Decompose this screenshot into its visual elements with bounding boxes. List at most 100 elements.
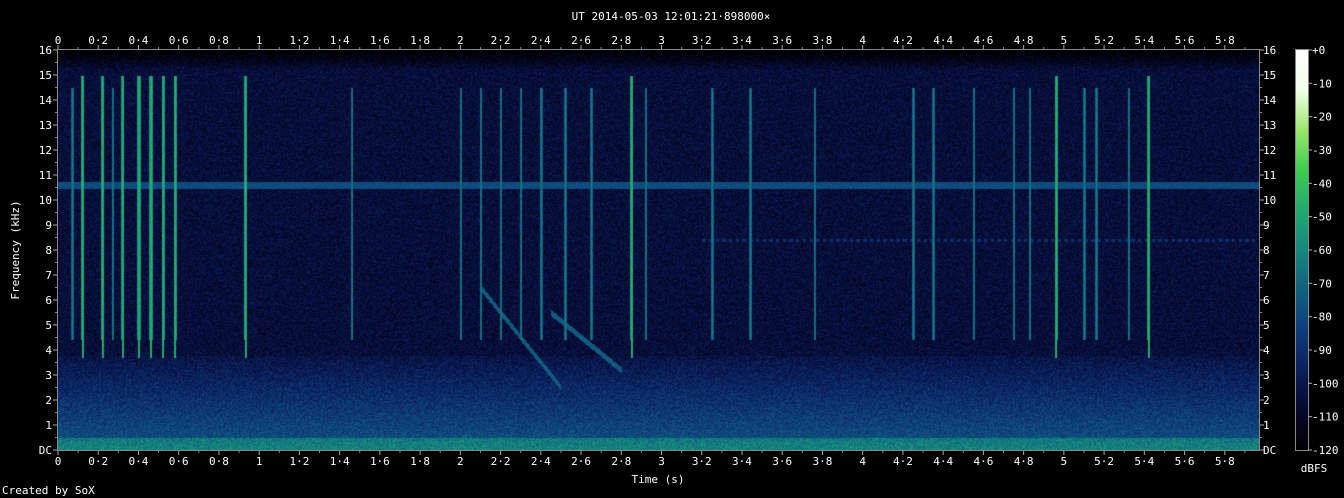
x-tick-label-bottom: 4·6 [973,455,993,468]
y-tick-label-left: 9 [45,219,52,232]
x-tick-label-bottom: 5 [1061,455,1068,468]
x-tick-label-bottom: 3 [658,455,665,468]
colorbar-tick-label: -20 [1312,111,1332,124]
x-tick-label-top: 0·8 [209,34,229,47]
y-tick-label-right: 6 [1263,294,1270,307]
x-tick-label-top: 1·2 [289,34,309,47]
chart-title: UT 2014-05-03 12:01:21·898000× [572,10,771,23]
y-tick-label-right: 5 [1263,319,1270,332]
y-tick-label-right: 13 [1263,119,1276,132]
x-tick-label-top: 1·8 [410,34,430,47]
x-tick-label-top: 5 [1061,34,1068,47]
x-tick-label-bottom: 0·6 [169,455,189,468]
y-tick-label-right: 4 [1263,344,1270,357]
colorbar-tick-label: -90 [1312,344,1332,357]
x-tick-label-bottom: 1·4 [330,455,350,468]
x-tick-label-top: 1 [256,34,263,47]
y-tick-label-right: 7 [1263,269,1270,282]
x-tick-label-top: 3·6 [772,34,792,47]
x-tick-label-bottom: 3·8 [813,455,833,468]
y-tick-label-left: 3 [45,369,52,382]
x-tick-label-top: 0·4 [129,34,149,47]
x-tick-label-bottom: 3·4 [732,455,752,468]
x-tick-label-bottom: 4·2 [893,455,913,468]
sox-credit: Created by SoX [2,484,95,497]
x-tick-label-bottom: 2·2 [491,455,511,468]
y-tick-label-right: 10 [1263,194,1276,207]
y-tick-label-right: 15 [1263,69,1276,82]
colorbar-tick-label: -120 [1312,444,1339,457]
x-tick-label-bottom: 0·8 [209,455,229,468]
x-tick-label-bottom: 1·6 [370,455,390,468]
y-tick-label-right: 1 [1263,419,1270,432]
colorbar-tick-label: -100 [1312,377,1339,390]
x-tick-label-top: 5·6 [1175,34,1195,47]
x-tick-label-bottom: 1·8 [410,455,430,468]
colorbar [1296,50,1308,450]
x-tick-label-top: 3 [658,34,665,47]
x-tick-label-top: 4·2 [893,34,913,47]
x-tick-label-top: 3·2 [692,34,712,47]
x-tick-label-bottom: 4·8 [1014,455,1034,468]
x-tick-label-bottom: 5·8 [1215,455,1235,468]
y-tick-label-left: 15 [39,69,52,82]
y-tick-label-right: 12 [1263,144,1276,157]
y-axis-label: Frequency (kHz) [9,200,22,299]
x-tick-label-top: 5·8 [1215,34,1235,47]
x-tick-label-bottom: 0 [55,455,62,468]
colorbar-tick-label: -110 [1312,411,1339,424]
x-tick-label-top: 2·6 [571,34,591,47]
y-tick-label-left: 2 [45,394,52,407]
y-tick-label-right: 8 [1263,244,1270,257]
x-tick-label-bottom: 2 [457,455,464,468]
x-tick-label-top: 3·4 [732,34,752,47]
y-tick-label-right: DC [1263,444,1276,457]
y-tick-label-left: 4 [45,344,52,357]
colorbar-tick-label: -30 [1312,144,1332,157]
x-tick-label-top: 0·2 [88,34,108,47]
colorbar-label: dBFS [1301,462,1328,475]
y-tick-label-left: 13 [39,119,52,132]
y-tick-label-left: DC [39,444,52,457]
x-tick-label-top: 3·8 [813,34,833,47]
y-tick-label-left: 1 [45,419,52,432]
x-tick-label-top: 2·4 [531,34,551,47]
x-tick-label-top: 4·4 [933,34,953,47]
x-tick-label-top: 0 [55,34,62,47]
colorbar-tick-label: -10 [1312,77,1332,90]
x-tick-label-bottom: 1 [256,455,263,468]
y-tick-label-left: 16 [39,44,52,57]
x-tick-label-bottom: 1·2 [289,455,309,468]
colorbar-tick-label: -60 [1312,244,1332,257]
spectrogram-figure: UT 2014-05-03 12:01:21·898000× 0 0·2 0·4 0·… [0,0,1344,498]
x-tick-label-bottom: 4·4 [933,455,953,468]
y-tick-label-left: 12 [39,144,52,157]
y-tick-label-left: 11 [39,169,52,182]
colorbar-tick-label: -40 [1312,177,1332,190]
colorbar-tick-label: +0 [1312,44,1325,57]
y-tick-label-left: 8 [45,244,52,257]
x-tick-label-top: 2 [457,34,464,47]
colorbar-tick-label: -70 [1312,277,1332,290]
x-tick-label-bottom: 4 [859,455,866,468]
y-tick-label-left: 14 [39,94,53,107]
y-tick-label-right: 9 [1263,219,1270,232]
x-tick-label-top: 1·4 [330,34,350,47]
x-tick-label-bottom: 0·4 [129,455,149,468]
x-tick-label-bottom: 0·2 [88,455,108,468]
x-tick-label-bottom: 5·4 [1134,455,1154,468]
y-tick-label-right: 2 [1263,394,1270,407]
y-tick-label-left: 6 [45,294,52,307]
x-tick-label-top: 2·2 [491,34,511,47]
y-tick-label-right: 16 [1263,44,1276,57]
spectrogram-plot-area [58,50,1259,450]
y-tick-label-right: 11 [1263,169,1276,182]
x-tick-label-top: 5·4 [1134,34,1154,47]
y-tick-label-left: 10 [39,194,52,207]
y-tick-label-right: 14 [1263,94,1277,107]
x-tick-label-bottom: 5·6 [1175,455,1195,468]
x-axis-label: Time (s) [632,473,685,486]
x-tick-label-top: 5·2 [1094,34,1114,47]
x-tick-label-top: 0·6 [169,34,189,47]
x-tick-label-bottom: 2·6 [571,455,591,468]
